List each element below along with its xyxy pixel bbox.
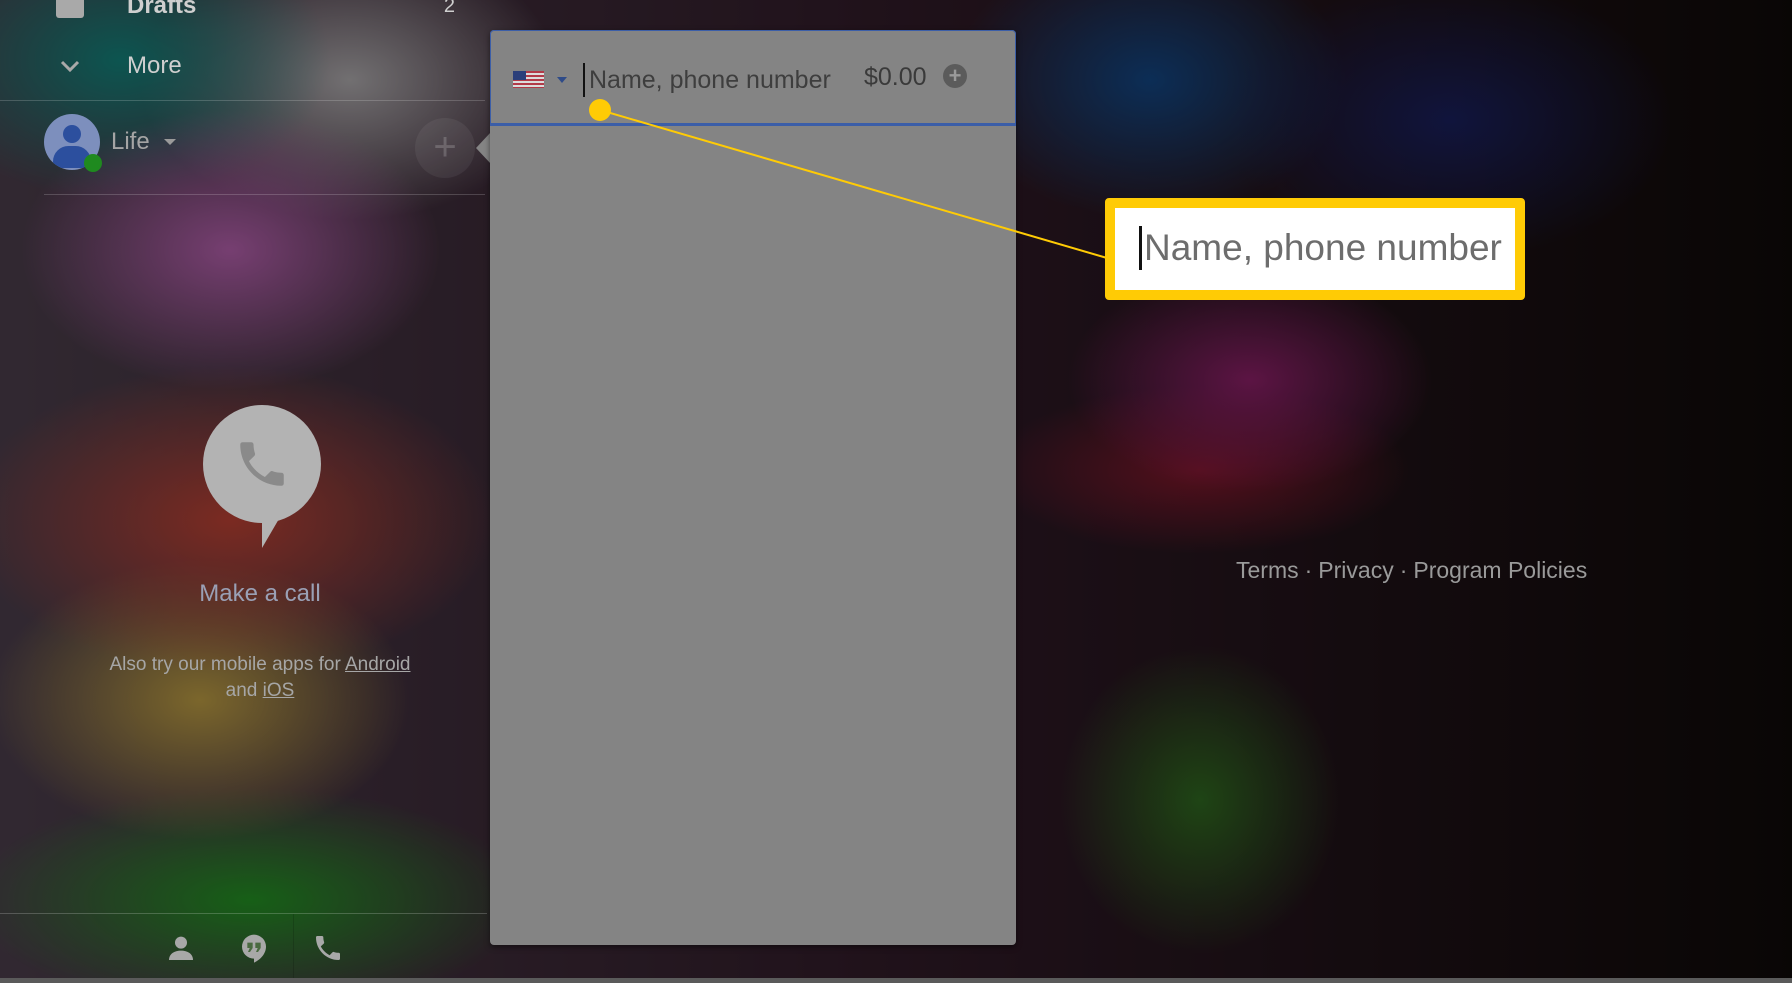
sidebar-item-label: Drafts: [127, 0, 197, 19]
drafts-icon: [56, 0, 84, 18]
make-call-title: Make a call: [199, 580, 321, 607]
callout-text: Name, phone number: [1139, 226, 1502, 270]
drafts-count: 2: [443, 0, 455, 17]
call-dialog: $0.00 +: [490, 30, 1016, 945]
presence-status-icon: [84, 154, 102, 172]
account-name: Life: [111, 128, 150, 155]
android-link[interactable]: Android: [345, 654, 411, 675]
mobile-apps-text: Also try our mobile apps for Android and…: [109, 654, 411, 701]
bottom-toolbar: [0, 913, 487, 979]
country-dropdown-caret-icon[interactable]: [557, 77, 567, 83]
credit-balance: $0.00: [864, 63, 927, 91]
caret-down-icon: [164, 139, 176, 145]
ios-link[interactable]: iOS: [263, 680, 295, 701]
chevron-down-icon: [56, 54, 84, 78]
annotation-callout: Name, phone number: [1105, 198, 1525, 300]
window-bottom-edge: [0, 978, 1792, 983]
privacy-link[interactable]: Privacy: [1318, 557, 1393, 583]
add-credit-button[interactable]: +: [943, 64, 967, 88]
us-flag-icon[interactable]: [513, 71, 544, 88]
program-policies-link[interactable]: Program Policies: [1413, 557, 1587, 583]
name-phone-input[interactable]: [583, 63, 849, 97]
dialog-header: $0.00 +: [490, 30, 1016, 126]
sidebar-item-more[interactable]: More: [0, 46, 485, 86]
sidebar-item-drafts[interactable]: Drafts 2: [0, 0, 485, 26]
terms-link[interactable]: Terms: [1236, 557, 1299, 583]
dialog-pointer: [476, 132, 491, 164]
sidebar: Drafts 2 More Life + Make a call Also tr…: [0, 0, 487, 983]
hangouts-icon[interactable]: [238, 932, 270, 964]
sidebar-item-label: More: [127, 52, 182, 79]
new-conversation-button[interactable]: +: [415, 118, 475, 178]
sidebar-divider: [44, 194, 485, 195]
contacts-icon[interactable]: [165, 932, 197, 964]
phone-icon[interactable]: [312, 932, 344, 964]
footer-links: Terms · Privacy · Program Policies: [1236, 557, 1588, 583]
sidebar-divider: [0, 100, 485, 101]
account-switcher[interactable]: Life: [44, 114, 474, 174]
